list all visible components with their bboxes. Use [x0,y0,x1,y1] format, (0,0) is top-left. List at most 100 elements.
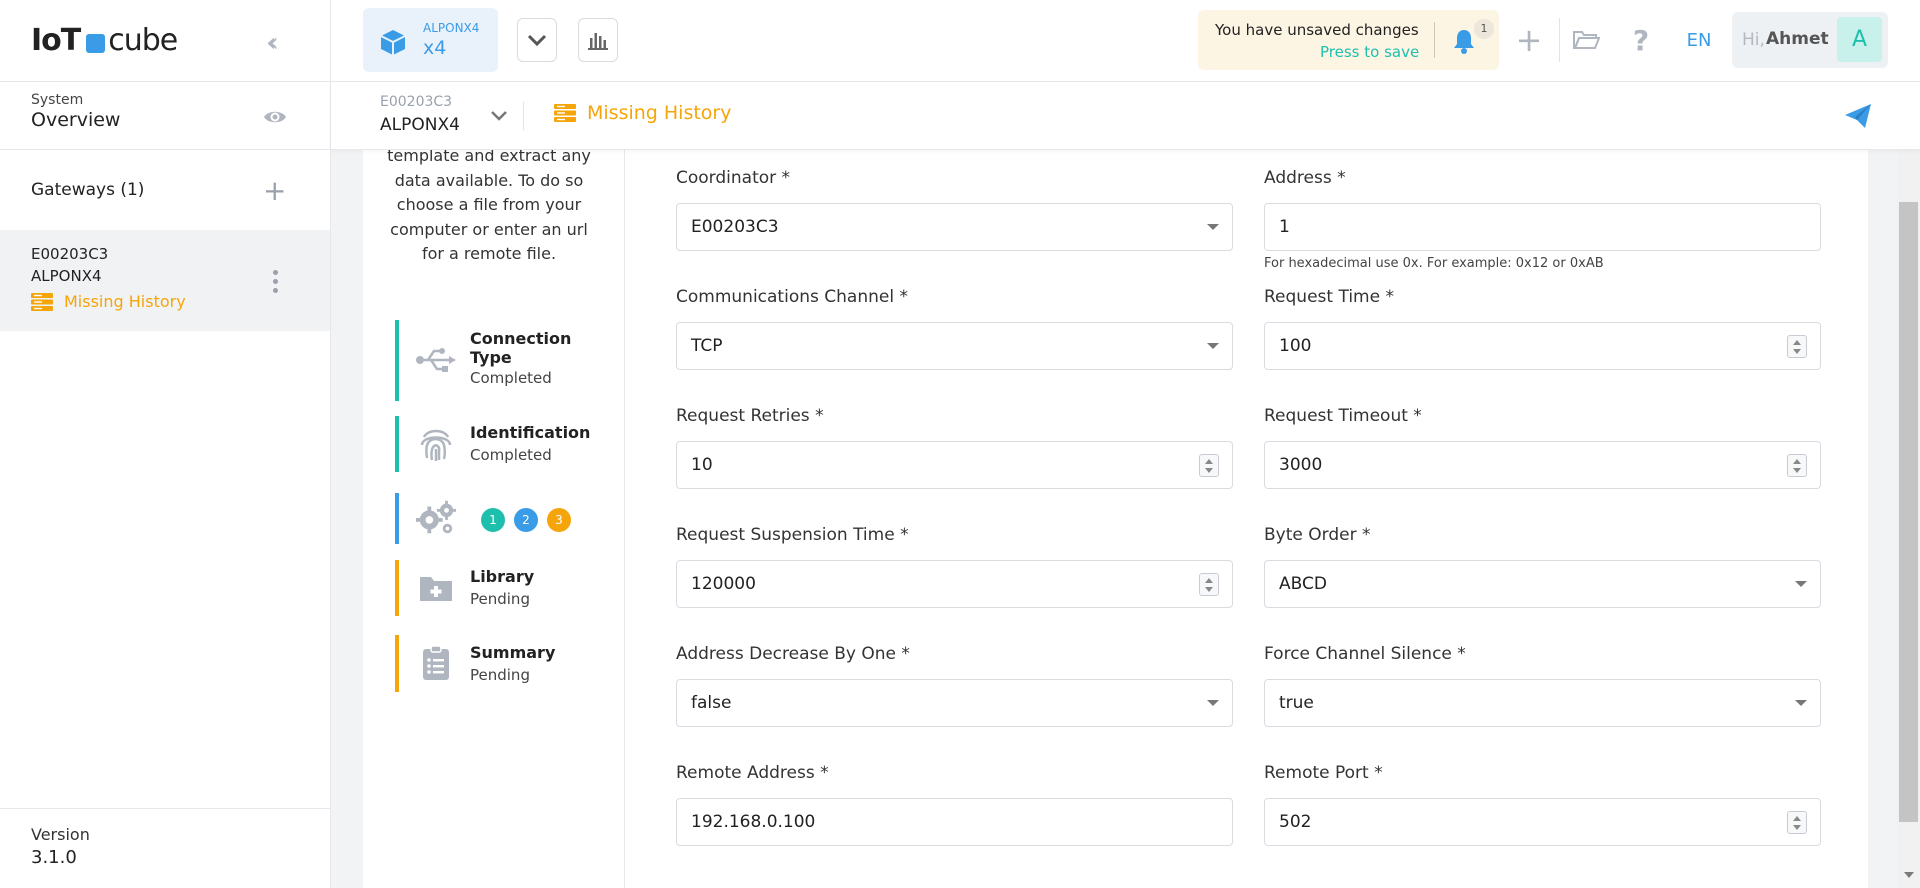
press-to-save-link[interactable]: Press to save [1320,43,1419,61]
scrollbar-thumb[interactable] [1899,202,1918,822]
step-connection-type[interactable]: Connection Type Completed [395,320,605,401]
gateway-status: Missing History [31,292,330,311]
caret-down-icon [1795,700,1807,706]
channel-select[interactable]: TCP [676,322,1233,370]
step-summary[interactable]: Summary Pending [395,635,605,692]
number-stepper[interactable] [1787,811,1807,834]
language-selector[interactable]: EN [1681,22,1717,58]
add-icon[interactable]: + [1511,21,1547,59]
logo-row: IoT cube ‹‹ [0,0,330,82]
fingerprint-icon [415,423,457,465]
step-indicator-bar [395,320,399,401]
step-configuration[interactable]: 1 2 3 [395,493,605,544]
force-silence-select[interactable]: true [1264,679,1821,727]
user-menu[interactable]: Hi, Ahmet A [1732,12,1888,68]
wizard-panel: template and extract any data available.… [363,146,625,888]
gateway-id: E00203C3 [31,245,109,263]
field-label: Remote Port * [1264,763,1383,783]
caret-down-icon [1207,224,1219,230]
byte-order-select[interactable]: ABCD [1264,560,1821,608]
cube-icon [380,30,406,55]
device-dropdown-button[interactable] [517,18,557,62]
channel-field: Communications Channel * TCP [676,287,1233,370]
system-overview[interactable]: System Overview [0,82,330,150]
bar-chart-icon [588,33,608,50]
sub-step-3[interactable]: 3 [547,508,571,532]
request-retries-input[interactable]: 10 [676,441,1233,489]
field-label: Coordinator * [676,168,791,188]
caret-down-icon [1795,581,1807,587]
remote-address-input[interactable]: 192.168.0.100 [676,798,1233,846]
number-stepper[interactable] [1199,573,1219,596]
app-logo[interactable]: IoT cube [31,23,178,58]
address-decrease-field: Address Decrease By One * false [676,644,1233,727]
field-label: Address * [1264,168,1346,188]
device-name: ALPONX4 [380,115,460,135]
step-indicator-bar [395,560,399,616]
device-chip[interactable]: ALPONX4 x4 [363,8,498,72]
chevron-down-icon [527,34,547,46]
folder-plus-icon [415,567,457,609]
top-bar: ALPONX4 x4 You have unsaved changes Pres… [331,0,1920,82]
step-status: Completed [470,369,552,387]
address-input[interactable]: 1 [1264,203,1821,251]
number-stepper[interactable] [1199,454,1219,477]
collapse-sidebar-icon[interactable]: ‹‹ [266,28,278,58]
scrollbar[interactable] [1897,150,1920,888]
help-icon[interactable]: ? [1623,22,1659,58]
step-indicator-bar [395,416,399,472]
version-value: 3.1.0 [31,847,77,868]
step-status: Completed [470,446,552,464]
address-hint: For hexadecimal use 0x. For example: 0x1… [1264,256,1604,271]
logo-text-cube: cube [108,23,178,58]
unsaved-title: You have unsaved changes [1215,21,1419,39]
coordinator-field: Coordinator * E00203C3 [676,168,1233,251]
field-label: Force Channel Silence * [1264,644,1466,664]
step-library[interactable]: Library Pending [395,560,605,616]
gateway-item[interactable]: E00203C3 ALPONX4 Missing History [0,230,330,331]
gateways-header: Gateways (1) + [0,150,330,230]
caret-down-icon [1207,343,1219,349]
step-status: Pending [470,590,530,608]
remote-address-field: Remote Address * 192.168.0.100 [676,763,1233,846]
number-stepper[interactable] [1787,335,1807,358]
step-indicator-bar [395,635,399,692]
avatar[interactable]: A [1837,17,1882,62]
remote-port-input[interactable]: 502 [1264,798,1821,846]
sub-step-1[interactable]: 1 [481,508,505,532]
folder-open-icon[interactable] [1568,22,1604,58]
send-icon[interactable] [1843,102,1873,130]
unsaved-changes-banner[interactable]: You have unsaved changes Press to save 1 [1198,10,1499,70]
divider [523,102,524,130]
missing-history-status: Missing History [554,102,732,124]
suspension-time-input[interactable]: 120000 [676,560,1233,608]
coordinator-select[interactable]: E00203C3 [676,203,1233,251]
address-decrease-select[interactable]: false [676,679,1233,727]
field-label: Request Time * [1264,287,1394,307]
request-time-input[interactable]: 100 [1264,322,1821,370]
step-title: Connection Type [470,329,572,367]
sub-step-2[interactable]: 2 [514,508,538,532]
more-options-icon[interactable] [273,270,278,293]
eye-icon[interactable] [262,104,288,130]
scroll-down-arrow-icon[interactable] [1904,872,1914,878]
clipboard-list-icon [415,642,457,684]
field-label: Request Suspension Time * [676,525,909,545]
step-identification[interactable]: Identification Completed [395,416,605,472]
force-silence-field: Force Channel Silence * true [1264,644,1821,727]
field-label: Address Decrease By One * [676,644,910,664]
logo-text-iot: IoT [31,23,81,58]
main-content: template and extract any data available.… [363,146,1868,888]
chevron-down-icon[interactable] [488,104,510,126]
number-stepper[interactable] [1787,454,1807,477]
step-status: Pending [470,666,530,684]
add-gateway-icon[interactable]: + [263,177,286,205]
step-title: Library [470,567,535,586]
chart-button[interactable] [578,18,618,62]
request-time-field: Request Time * 100 [1264,287,1821,370]
device-id: E00203C3 [380,94,453,110]
request-timeout-input[interactable]: 3000 [1264,441,1821,489]
gears-icon [415,497,457,539]
gateways-label: Gateways (1) [31,180,145,200]
field-label: Request Retries * [676,406,824,426]
